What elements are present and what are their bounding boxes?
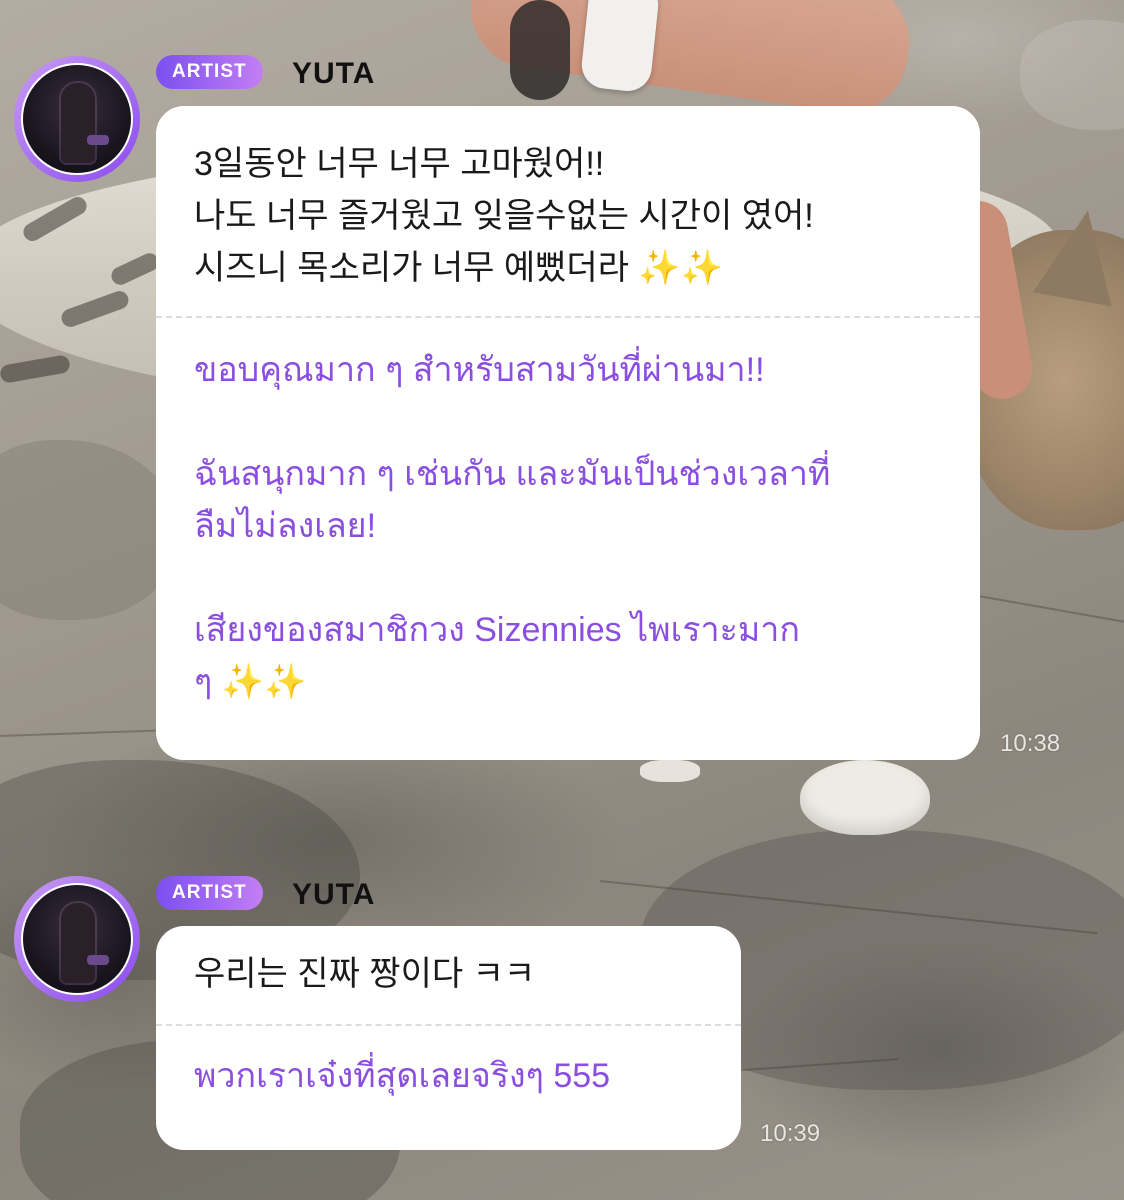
message-timestamp: 10:38 [1000, 730, 1061, 757]
artist-avatar[interactable] [14, 876, 140, 1002]
message-timestamp: 10:39 [760, 1120, 821, 1147]
message-bubble[interactable]: 3일동안 너무 너무 고마웠어!! 나도 너무 즐거웠고 잊을수없는 시간이 였… [156, 106, 980, 760]
artist-avatar[interactable] [14, 56, 140, 182]
message-bubble[interactable]: 우리는 진짜 짱이다 ㅋㅋ พวกเราเจ๋งที่สุดเลยจริงๆ 5… [156, 926, 741, 1150]
translated-message-text: ฉันสนุกมาก ๆ เช่นกัน และมันเป็นช่วงเวลาท… [194, 455, 831, 545]
translated-message-text: พวกเราเจ๋งที่สุดเลยจริงๆ 555 [194, 1057, 611, 1095]
translated-message-text: เสียงของสมาชิกวง Sizennies ไพเราะมาก ๆ ✨… [194, 611, 800, 701]
artist-badge: ARTIST [156, 55, 263, 89]
original-message-text: 3일동안 너무 너무 고마웠어!! 나도 너무 즐거웠고 잊을수없는 시간이 였… [194, 145, 814, 287]
original-message-text: 우리는 진짜 짱이다 ㅋㅋ [194, 955, 536, 993]
sender-name[interactable]: YUTA [292, 57, 375, 91]
sender-name[interactable]: YUTA [292, 878, 375, 912]
avatar-photo [21, 883, 133, 995]
avatar-photo [21, 63, 133, 175]
artist-badge: ARTIST [156, 876, 263, 910]
translated-message-text: ขอบคุณมาก ๆ สำหรับสามวันที่ผ่านมา!! [194, 351, 765, 389]
